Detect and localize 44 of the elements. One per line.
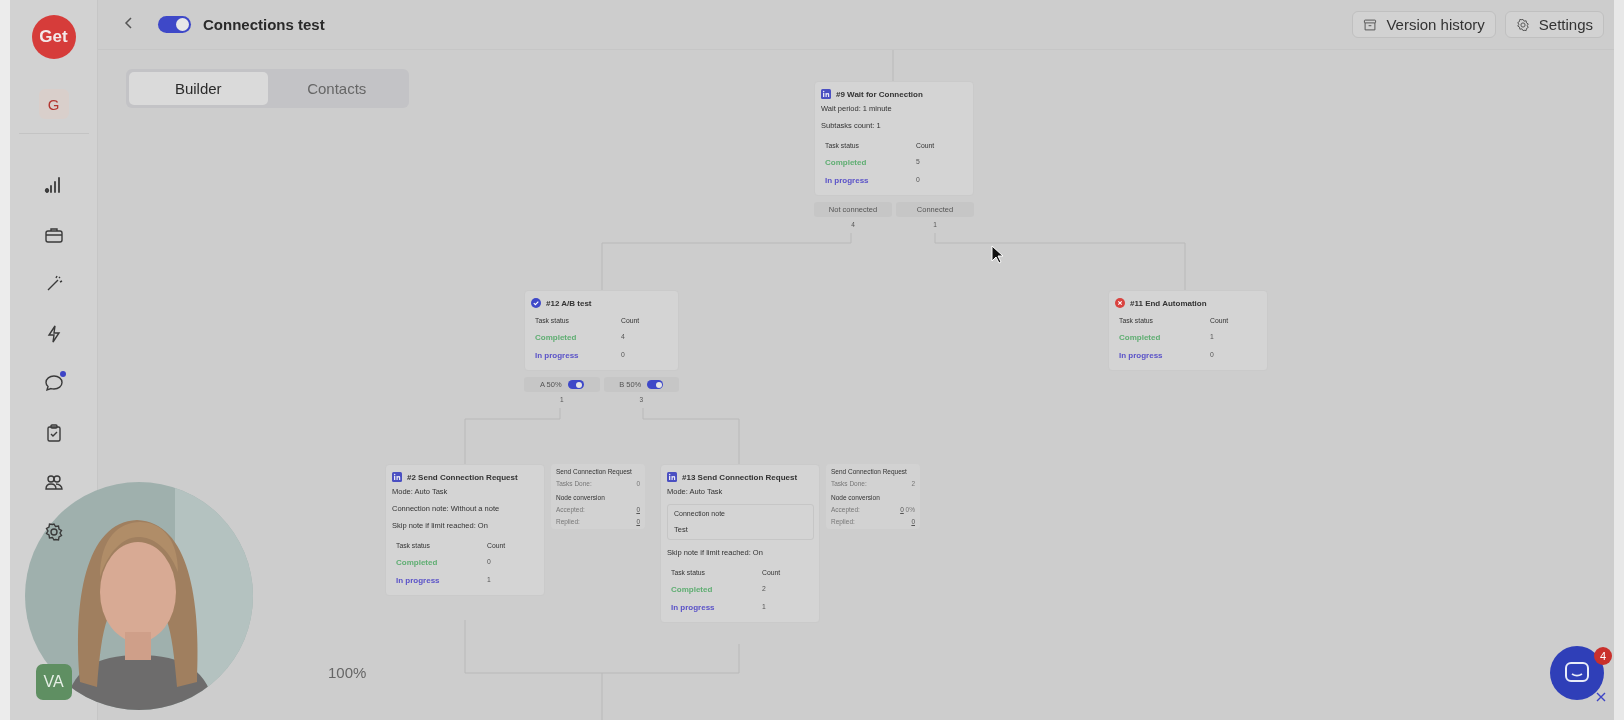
status-cell: In progress bbox=[535, 351, 579, 360]
close-icon[interactable] bbox=[1596, 692, 1606, 702]
node-title: #9 Wait for Connection bbox=[836, 89, 923, 99]
linkedin-icon bbox=[392, 472, 402, 482]
notification-badge: 4 bbox=[1594, 647, 1612, 665]
status-cell: In progress bbox=[1119, 351, 1163, 360]
settings-icon bbox=[43, 521, 64, 542]
zoom-level: 100% bbox=[328, 664, 367, 681]
check-icon bbox=[531, 298, 541, 308]
user-avatar[interactable]: VA bbox=[35, 664, 72, 700]
workspace-button[interactable]: G bbox=[38, 89, 69, 119]
settings-icon bbox=[1515, 17, 1530, 32]
node-title: #13 Send Connection Request bbox=[682, 472, 798, 482]
node-title: #12 A/B test bbox=[546, 298, 592, 308]
cursor-icon bbox=[991, 245, 1004, 264]
linkedin-icon bbox=[667, 472, 677, 482]
people-icon bbox=[43, 472, 64, 492]
settings-button[interactable]: Settings bbox=[1504, 11, 1604, 38]
tab[interactable]: Builder bbox=[129, 72, 268, 105]
logo[interactable]: Get bbox=[31, 15, 76, 59]
unread-dot bbox=[59, 371, 66, 377]
chat-launcher[interactable] bbox=[1550, 646, 1604, 700]
status-cell: Completed bbox=[671, 585, 713, 594]
archive-icon bbox=[1363, 17, 1378, 32]
tab[interactable]: Contacts bbox=[267, 72, 406, 105]
status-cell: In progress bbox=[671, 603, 715, 612]
branch-toggle[interactable] bbox=[567, 380, 584, 389]
version-history-button[interactable]: Version history bbox=[1352, 11, 1496, 38]
status-cell: Completed bbox=[1119, 333, 1161, 342]
node-title: #2 Send Connection Request bbox=[407, 472, 518, 482]
status-cell: Completed bbox=[535, 333, 577, 342]
status-cell: In progress bbox=[396, 576, 440, 585]
node-title: #11 End Automation bbox=[1130, 298, 1207, 308]
back-icon bbox=[124, 16, 134, 30]
linkedin-icon bbox=[821, 89, 831, 99]
branch-toggle[interactable] bbox=[647, 380, 664, 389]
status-cell: In progress bbox=[825, 176, 869, 185]
status-cell: Completed bbox=[396, 558, 438, 567]
status-cell: Completed bbox=[825, 158, 867, 167]
chat-icon bbox=[1564, 661, 1590, 685]
chat-icon bbox=[43, 373, 64, 393]
enable-toggle[interactable] bbox=[158, 16, 191, 33]
stop-icon bbox=[1115, 298, 1125, 308]
automation-title: Connections test bbox=[203, 16, 325, 33]
